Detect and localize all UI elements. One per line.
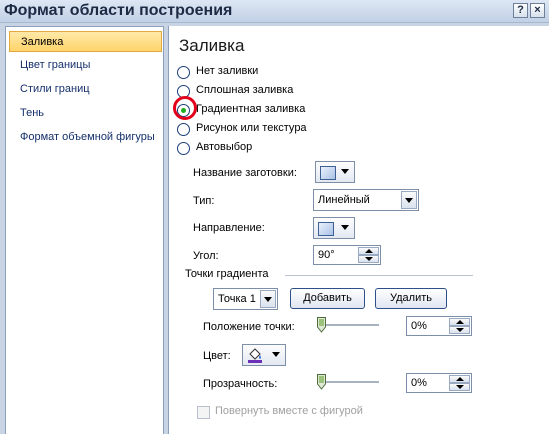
chevron-down-icon xyxy=(272,352,280,357)
chevron-down-icon[interactable] xyxy=(260,290,276,308)
direction-label: Направление: xyxy=(193,222,265,234)
chevron-down-icon[interactable] xyxy=(401,191,417,209)
direction-dropdown[interactable] xyxy=(313,217,355,239)
remove-stop-button[interactable]: Удалить xyxy=(375,288,447,309)
type-value: Линейный xyxy=(318,194,370,206)
radio-label: Автовыбор xyxy=(196,141,253,153)
spin-down-icon[interactable] xyxy=(449,326,470,334)
stop-select[interactable]: Точка 1 xyxy=(213,288,278,310)
transparency-label: Прозрачность: xyxy=(203,378,278,390)
transparency-value: 0% xyxy=(411,377,427,389)
help-button[interactable]: ? xyxy=(513,3,528,18)
stop-position-slider[interactable] xyxy=(317,324,379,327)
color-picker-button[interactable] xyxy=(242,344,286,366)
sidebar-item-border-styles[interactable]: Стили границ xyxy=(9,79,162,100)
paint-bucket-icon xyxy=(248,348,262,363)
preset-dropdown[interactable] xyxy=(315,161,355,183)
slider-thumb-icon[interactable] xyxy=(317,317,326,333)
radio-label: Нет заливки xyxy=(196,65,259,77)
divider xyxy=(285,275,473,276)
stop-value: Точка 1 xyxy=(218,293,256,305)
spin-up-icon[interactable] xyxy=(449,318,470,326)
gradient-swatch-icon xyxy=(318,222,334,236)
type-select[interactable]: Линейный xyxy=(313,189,419,211)
highlight-circle xyxy=(173,96,197,120)
stop-position-value: 0% xyxy=(411,320,427,332)
spin-down-icon[interactable] xyxy=(449,383,470,391)
spin-down-icon[interactable] xyxy=(358,255,379,263)
panel-heading: Заливка xyxy=(179,36,245,55)
add-stop-button[interactable]: Добавить xyxy=(290,288,365,309)
stop-position-label: Положение точки: xyxy=(203,321,295,333)
stop-position-spinner[interactable]: 0% xyxy=(406,316,472,336)
sidebar-item-border-color[interactable]: Цвет границы xyxy=(9,55,162,76)
window-title: Формат области построения xyxy=(4,2,233,19)
fill-panel: Заливка Нет заливки Сплошная заливка Гра… xyxy=(168,26,549,434)
radio-button[interactable] xyxy=(177,123,190,136)
radio-button[interactable] xyxy=(177,66,190,79)
gradient-swatch-icon xyxy=(320,166,336,180)
close-button[interactable]: × xyxy=(530,3,545,18)
radio-label: Сплошная заливка xyxy=(196,84,294,96)
title-bar: Формат области построения ? × xyxy=(0,0,549,23)
angle-spinner[interactable]: 90° xyxy=(313,245,381,265)
slider-thumb-icon[interactable] xyxy=(317,374,326,390)
sidebar-item-fill[interactable]: Заливка xyxy=(9,31,162,52)
radio-button[interactable] xyxy=(177,142,190,155)
sidebar-item-shadow[interactable]: Тень xyxy=(9,103,162,124)
type-label: Тип: xyxy=(193,195,215,207)
spin-up-icon[interactable] xyxy=(449,375,470,383)
rotate-with-shape-label: Повернуть вместе с фигурой xyxy=(215,405,363,417)
rotate-with-shape-checkbox[interactable] xyxy=(197,406,210,419)
angle-label: Угол: xyxy=(193,250,219,262)
spin-up-icon[interactable] xyxy=(358,247,379,255)
gradient-stops-label: Точки градиента xyxy=(185,268,269,280)
preset-label: Название заготовки: xyxy=(193,167,297,179)
color-label: Цвет: xyxy=(203,350,231,362)
angle-value: 90° xyxy=(318,249,335,261)
radio-label: Градиентная заливка xyxy=(196,103,306,115)
sidebar-item-3d-format[interactable]: Формат объемной фигуры xyxy=(9,127,162,148)
transparency-spinner[interactable]: 0% xyxy=(406,373,472,393)
sidebar: Заливка Цвет границы Стили границ Тень Ф… xyxy=(5,26,164,434)
chevron-down-icon xyxy=(341,169,349,174)
chevron-down-icon xyxy=(341,225,349,230)
transparency-slider[interactable] xyxy=(317,381,379,384)
radio-label: Рисунок или текстура xyxy=(196,122,307,134)
